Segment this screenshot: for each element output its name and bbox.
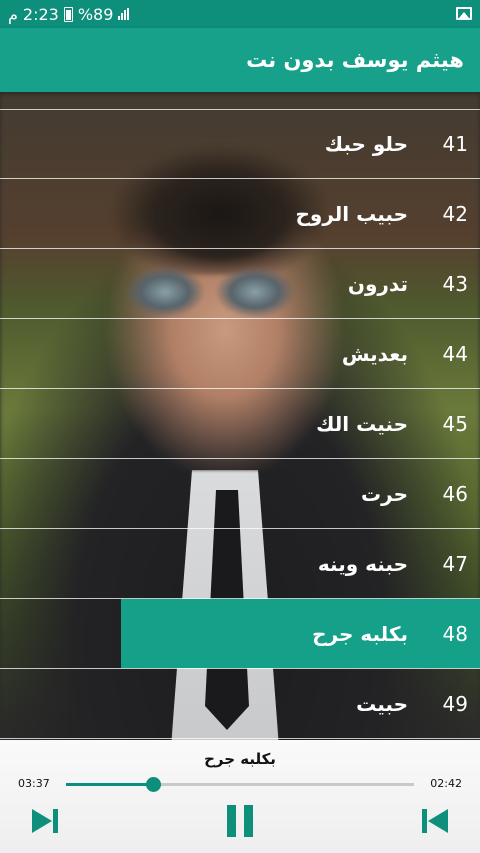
list-item[interactable]: 42 حبيب الروح	[0, 179, 480, 249]
song-title: بعديش	[341, 341, 408, 366]
status-left: م 2:23 %89	[8, 4, 130, 24]
song-number: 44	[442, 341, 468, 366]
skip-next-icon	[32, 809, 58, 833]
list-item[interactable]: 43 تدرون	[0, 249, 480, 319]
song-title: حبيت	[356, 691, 408, 716]
seek-bar-progress	[66, 783, 153, 786]
song-list: 41 حلو حبك 42 حبيب الروح 43 تدرون 44 بعد…	[0, 109, 480, 739]
song-title: حرت	[361, 481, 408, 506]
pause-icon	[227, 805, 253, 837]
status-time: 2:23	[22, 4, 59, 24]
song-title: حبيب الروح	[295, 201, 408, 226]
song-title: تدرون	[347, 271, 408, 296]
image-notification-icon	[456, 6, 472, 20]
carrier-glyph: م	[8, 4, 18, 24]
list-item[interactable]: 45 حنيت الك	[0, 389, 480, 459]
list-item[interactable]: 44 بعديش	[0, 319, 480, 389]
song-title: حبنه وينه	[317, 551, 408, 576]
skip-next-button[interactable]	[30, 804, 60, 838]
song-title: بكلبه جرح	[312, 621, 408, 646]
song-number: 45	[442, 411, 468, 436]
list-item[interactable]: 46 حرت	[0, 459, 480, 529]
song-number: 42	[442, 201, 468, 226]
song-number: 48	[442, 621, 468, 646]
song-number: 46	[442, 481, 468, 506]
seek-bar-thumb[interactable]	[146, 777, 161, 792]
seek-bar[interactable]	[66, 777, 414, 792]
pause-button[interactable]	[224, 804, 256, 838]
remaining-time: 02:42	[430, 777, 462, 790]
song-number: 41	[442, 132, 468, 156]
list-item-active[interactable]: 48 بكلبه جرح	[0, 599, 480, 669]
status-bar: م 2:23 %89	[0, 0, 480, 28]
song-number: 43	[442, 271, 468, 296]
signal-icon	[118, 8, 130, 20]
song-title: حنيت الك	[316, 411, 408, 436]
list-item[interactable]: 49 حبيت	[0, 669, 480, 739]
elapsed-time: 03:37	[18, 777, 50, 790]
app-title: هيثم يوسف بدون نت	[246, 48, 464, 72]
battery-icon	[63, 6, 73, 22]
status-right	[456, 5, 472, 24]
list-item[interactable]: 41 حلو حبك	[0, 109, 480, 179]
battery-level: %89	[77, 4, 114, 24]
app-bar: هيثم يوسف بدون نت	[0, 28, 480, 92]
song-title: حلو حبك	[324, 132, 408, 156]
skip-previous-icon	[422, 809, 448, 833]
skip-previous-button[interactable]	[420, 804, 450, 838]
song-number: 49	[442, 691, 468, 716]
song-number: 47	[442, 551, 468, 576]
list-item[interactable]: 47 حبنه وينه	[0, 529, 480, 599]
player-bar: بكلبه جرح 03:37 02:42	[0, 740, 480, 853]
now-playing-title: بكلبه جرح	[204, 750, 276, 768]
